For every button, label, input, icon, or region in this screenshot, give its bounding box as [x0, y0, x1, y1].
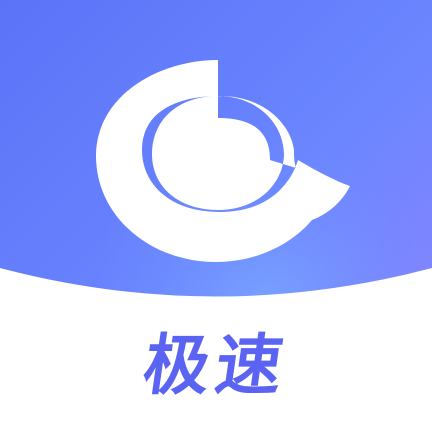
icon-caption: 极速 — [138, 327, 294, 404]
app-icon: 极速 — [0, 0, 432, 432]
